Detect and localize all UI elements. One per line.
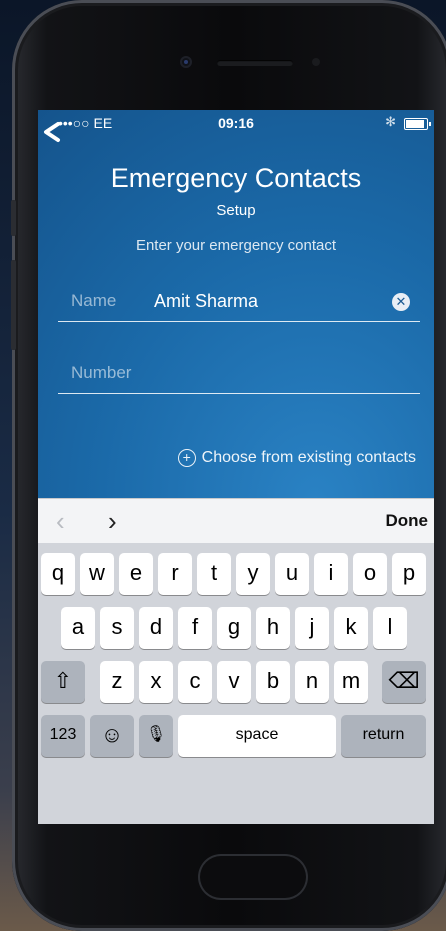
mute-switch bbox=[11, 200, 16, 236]
earpiece-speaker bbox=[217, 60, 293, 66]
previous-field-button[interactable]: ‹ bbox=[56, 506, 65, 537]
key-u[interactable]: u bbox=[275, 553, 309, 595]
done-button[interactable]: Done bbox=[386, 511, 429, 531]
key-q[interactable]: q bbox=[41, 553, 75, 595]
key-c[interactable]: c bbox=[178, 661, 212, 703]
key-a[interactable]: a bbox=[61, 607, 95, 649]
return-key[interactable]: return bbox=[341, 715, 426, 757]
key-t[interactable]: t bbox=[197, 553, 231, 595]
emoji-icon[interactable]: ☺ bbox=[90, 715, 134, 757]
plus-circle-icon: + bbox=[177, 449, 196, 467]
choose-contacts-label: Choose from existing contacts bbox=[201, 449, 416, 466]
app-screen: •••○○ EE 09:16 ✻ Emergency Contacts Setu… bbox=[38, 110, 434, 824]
number-placeholder[interactable]: Number bbox=[71, 363, 131, 383]
key-r[interactable]: r bbox=[158, 553, 192, 595]
key-m[interactable]: m bbox=[334, 661, 368, 703]
numbers-key[interactable]: 123 bbox=[41, 715, 85, 757]
number-field[interactable]: Number bbox=[58, 353, 420, 394]
status-time: 09:16 bbox=[218, 115, 254, 131]
proximity-sensor bbox=[312, 58, 320, 66]
key-n[interactable]: n bbox=[295, 661, 329, 703]
key-j[interactable]: j bbox=[295, 607, 329, 649]
keyboard-toolbar: ‹ › Done bbox=[38, 498, 434, 544]
key-h[interactable]: h bbox=[256, 607, 290, 649]
status-bar: •••○○ EE 09:16 ✻ bbox=[38, 110, 434, 142]
key-v[interactable]: v bbox=[217, 661, 251, 703]
key-z[interactable]: z bbox=[100, 661, 134, 703]
next-field-button[interactable]: › bbox=[108, 506, 117, 537]
key-d[interactable]: d bbox=[139, 607, 173, 649]
key-g[interactable]: g bbox=[217, 607, 251, 649]
key-s[interactable]: s bbox=[100, 607, 134, 649]
bluetooth-icon: ✻ bbox=[385, 114, 396, 129]
key-o[interactable]: o bbox=[353, 553, 387, 595]
clear-icon[interactable]: ✕ bbox=[392, 293, 410, 311]
key-b[interactable]: b bbox=[256, 661, 290, 703]
key-y[interactable]: y bbox=[236, 553, 270, 595]
microphone-icon[interactable]: 🎙 bbox=[139, 715, 173, 757]
page-title: Emergency Contacts bbox=[110, 163, 362, 193]
key-e[interactable]: e bbox=[119, 553, 153, 595]
page-subtitle: Setup bbox=[216, 202, 256, 219]
volume-button bbox=[11, 260, 16, 350]
instruction-text: Enter your emergency contact bbox=[135, 237, 337, 254]
name-field[interactable]: Name Amit Sharma ✕ bbox=[58, 281, 420, 322]
key-l[interactable]: l bbox=[373, 607, 407, 649]
key-i[interactable]: i bbox=[314, 553, 348, 595]
key-p[interactable]: p bbox=[392, 553, 426, 595]
front-camera bbox=[180, 56, 192, 68]
key-f[interactable]: f bbox=[178, 607, 212, 649]
name-value[interactable]: Amit Sharma bbox=[154, 291, 258, 312]
delete-key[interactable]: ⌫ bbox=[382, 661, 426, 703]
space-key[interactable]: space bbox=[178, 715, 336, 757]
key-w[interactable]: w bbox=[80, 553, 114, 595]
keyboard: q w e r t y u i o p a s d f g h j k l ⇧ … bbox=[38, 543, 434, 824]
key-k[interactable]: k bbox=[334, 607, 368, 649]
key-x[interactable]: x bbox=[139, 661, 173, 703]
home-button[interactable] bbox=[198, 854, 308, 900]
shift-key[interactable]: ⇧ bbox=[41, 661, 85, 703]
battery-icon bbox=[404, 118, 431, 130]
name-label: Name bbox=[71, 291, 117, 310]
choose-contacts-link[interactable]: + Choose from existing contacts bbox=[177, 449, 416, 467]
